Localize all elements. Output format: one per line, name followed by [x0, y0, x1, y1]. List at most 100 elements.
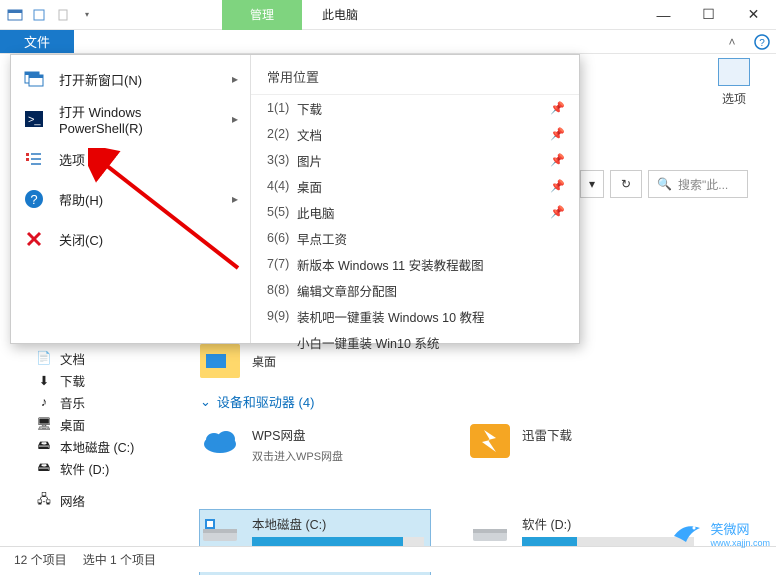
flyout-num: 7(7): [267, 257, 297, 271]
chevron-right-icon: ▸: [232, 192, 238, 206]
flyout-num: 5(5): [267, 205, 297, 219]
nav-item[interactable]: 🖴 软件 (D:): [36, 457, 186, 479]
ribbon-tab-manage[interactable]: 管理: [222, 0, 302, 30]
file-item-close[interactable]: 关闭(C): [11, 219, 250, 259]
ribbon-options-label: 选项: [704, 90, 764, 107]
help-circle-icon: ?: [23, 188, 45, 210]
flyout-num: 3(3): [267, 153, 297, 167]
status-item-count: 12 个项目: [14, 551, 67, 568]
drive-item[interactable]: WPS网盘双击进入WPS网盘: [200, 421, 430, 470]
pin-icon: 📌: [550, 179, 565, 193]
drive-name: 软件 (D:): [522, 514, 694, 533]
flyout-num: 1(1): [267, 101, 297, 115]
drive-sub: 双击进入WPS网盘: [252, 448, 424, 464]
window-title: 此电脑: [302, 6, 378, 23]
desktop-icon: 🖥: [36, 416, 52, 432]
close-button[interactable]: ✕: [731, 0, 776, 30]
quick-access-toolbar: ▾: [0, 4, 102, 26]
new-window-icon: [23, 68, 45, 90]
svg-text:>_: >_: [28, 114, 41, 126]
flyout-item[interactable]: 6(6)早点工资: [251, 225, 579, 251]
pin-icon: 📌: [550, 127, 565, 141]
drive-item[interactable]: 迅雷下载: [470, 421, 700, 470]
folder-label: 桌面: [252, 353, 276, 370]
file-menu-panel: 打开新窗口(N) ▸ >_ 打开 Windows PowerShell(R) ▸…: [10, 54, 580, 344]
svg-text:?: ?: [759, 38, 765, 49]
titlebar: ▾ 管理 此电脑 — ☐ ✕: [0, 0, 776, 30]
flyout-item[interactable]: 4(4)桌面📌: [251, 173, 579, 199]
nav-item[interactable]: ⬇下载: [36, 369, 186, 391]
options-icon: [718, 58, 750, 86]
system-icon[interactable]: [4, 4, 26, 26]
pin-icon: 📌: [550, 101, 565, 115]
file-item-powershell[interactable]: >_ 打开 Windows PowerShell(R) ▸: [11, 99, 250, 139]
flyout-num: 9(9): [267, 309, 297, 323]
status-selection: 选中 1 个项目: [83, 551, 156, 568]
search-icon: 🔍: [657, 177, 672, 191]
flyout-item[interactable]: 8(8)编辑文章部分配图: [251, 277, 579, 303]
flyout-num: 6(6): [267, 231, 297, 245]
nav-label: 音乐: [60, 393, 85, 412]
nav-label: 软件 (D:): [60, 459, 109, 478]
flyout-item[interactable]: 1(1)下载📌: [251, 95, 579, 121]
section-header-devices[interactable]: ⌄ 设备和驱动器 (4): [200, 392, 766, 411]
file-item-label: 帮助(H): [59, 190, 218, 209]
flyout-label: 图片: [297, 151, 322, 170]
qat-dropdown-icon[interactable]: ▾: [76, 4, 98, 26]
flyout-label: 编辑文章部分配图: [297, 281, 397, 300]
chevron-down-icon: ⌄: [200, 394, 211, 410]
file-flyout: 常用位置 1(1)下载📌2(2)文档📌3(3)图片📌4(4)桌面📌5(5)此电脑…: [251, 55, 579, 343]
flyout-label: 新版本 Windows 11 安装教程截图: [297, 255, 484, 274]
flyout-num: 2(2): [267, 127, 297, 141]
flyout-header: 常用位置: [251, 61, 579, 95]
chevron-right-icon: ▸: [232, 112, 238, 126]
nav-tree: 📄文档⬇下载 ♪ 音乐🖥桌面🖴本地磁盘 (C:) 🖴 软件 (D:) 🖧网络: [36, 347, 186, 511]
address-dropdown[interactable]: ▾: [580, 170, 604, 198]
network-icon: 🖧: [36, 492, 52, 508]
nav-item[interactable]: 🖥桌面: [36, 413, 186, 435]
flyout-item[interactable]: 2(2)文档📌: [251, 121, 579, 147]
flyout-item[interactable]: 9(9)装机吧一键重装 Windows 10 教程: [251, 303, 579, 329]
powershell-icon: >_: [23, 108, 45, 130]
qat-properties-icon[interactable]: [28, 4, 50, 26]
file-item-help[interactable]: ? 帮助(H) ▸: [11, 179, 250, 219]
drive-icon: [470, 421, 510, 461]
maximize-button[interactable]: ☐: [686, 0, 731, 30]
collapse-ribbon-icon[interactable]: ˄: [716, 30, 748, 53]
flyout-label: 早点工资: [297, 229, 347, 248]
minimize-button[interactable]: —: [641, 0, 686, 30]
pin-icon: 📌: [550, 153, 565, 167]
drive-name: 迅雷下载: [522, 425, 694, 444]
refresh-button[interactable]: ↻: [610, 170, 642, 198]
file-menu-button[interactable]: 文件: [0, 30, 74, 53]
nav-item[interactable]: ♪ 音乐: [36, 391, 186, 413]
flyout-label: 装机吧一键重装 Windows 10 教程: [297, 307, 485, 326]
flyout-label: 桌面: [297, 177, 322, 196]
flyout-item[interactable]: 3(3)图片 📌: [251, 147, 579, 173]
music-icon: ♪: [36, 394, 52, 410]
drive-icon: 🖴: [36, 460, 52, 476]
flyout-label: 小白一键重装 Win10 系统: [297, 333, 439, 352]
file-item-options[interactable]: 选项: [11, 139, 250, 179]
file-item-label: 选项: [59, 150, 238, 169]
drive-icon: [200, 421, 240, 461]
nav-item[interactable]: 📄文档: [36, 347, 186, 369]
nav-item[interactable]: 🖴本地磁盘 (C:): [36, 435, 186, 457]
chevron-right-icon: ▸: [232, 72, 238, 86]
drive-name: WPS网盘: [252, 425, 424, 444]
qat-new-icon[interactable]: [52, 4, 74, 26]
flyout-item[interactable]: 小白一键重装 Win10 系统: [251, 329, 579, 355]
nav-item[interactable]: 🖧网络: [36, 489, 186, 511]
flyout-item[interactable]: 7(7)新版本 Windows 11 安装教程截图: [251, 251, 579, 277]
svg-text:?: ?: [30, 192, 37, 207]
drive-icon: [470, 510, 510, 550]
help-icon[interactable]: ?: [748, 30, 776, 53]
ribbon-options[interactable]: 选项: [704, 58, 764, 107]
file-item-label: 关闭(C): [59, 230, 238, 249]
file-item-new-window[interactable]: 打开新窗口(N) ▸: [11, 59, 250, 99]
flyout-num: 8(8): [267, 283, 297, 297]
search-input[interactable]: 🔍 搜索"此...: [648, 170, 748, 198]
flyout-item[interactable]: 5(5)此电脑📌: [251, 199, 579, 225]
file-menu-list: 打开新窗口(N) ▸ >_ 打开 Windows PowerShell(R) ▸…: [11, 55, 251, 343]
watermark: 笑微网 www.xajjn.com: [670, 518, 770, 548]
